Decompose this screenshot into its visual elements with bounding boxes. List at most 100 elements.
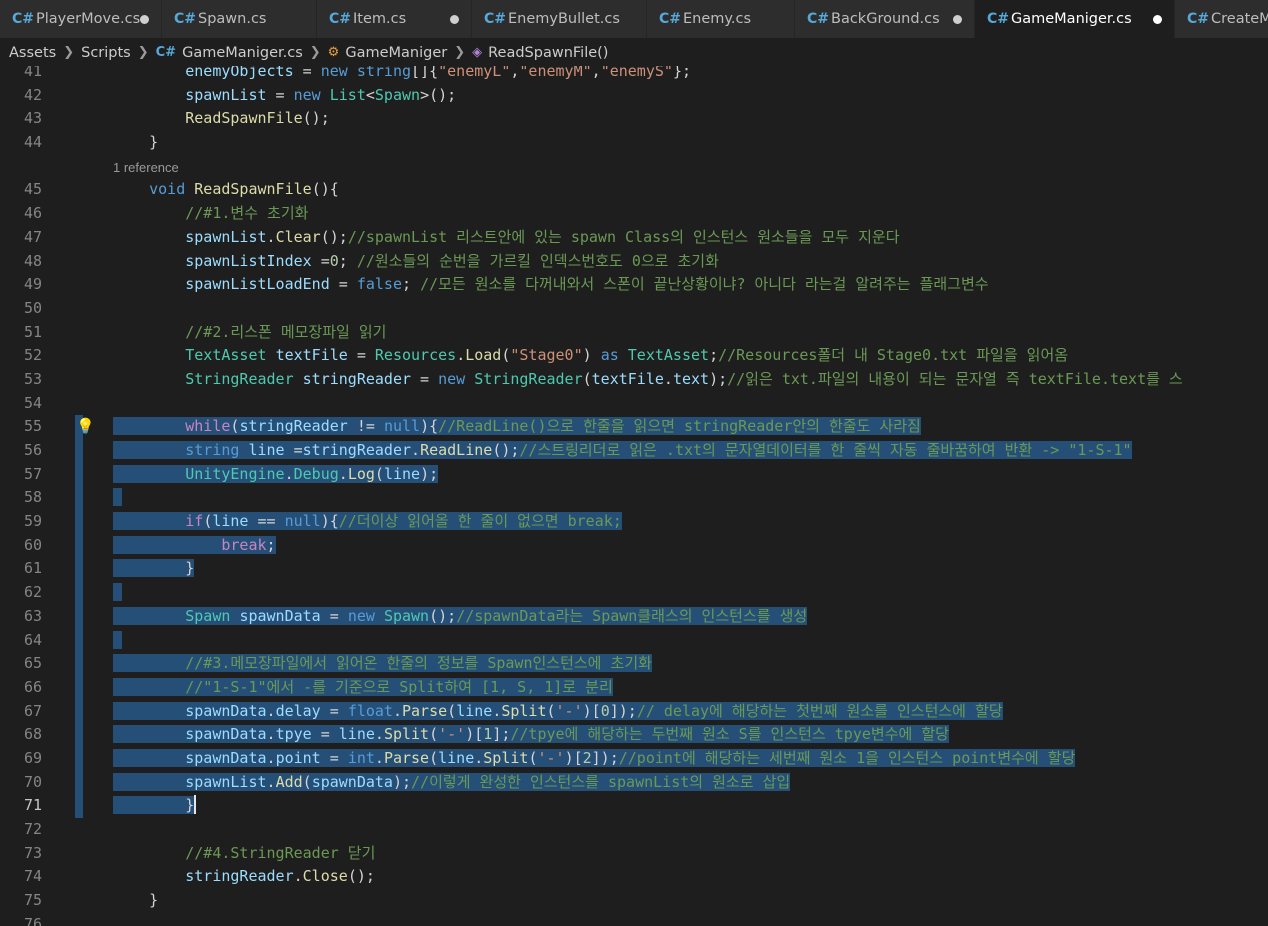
- line-number: 58: [23, 488, 42, 507]
- code-token: spawnList: [185, 227, 267, 246]
- code-line[interactable]: 72: [0, 818, 1268, 842]
- code-line[interactable]: 55 💡 while(stringReader != null){//ReadLi…: [0, 415, 1268, 439]
- code-token: 1: [483, 725, 493, 744]
- code-token: stringReader: [302, 441, 412, 459]
- code-token: Clear: [275, 227, 321, 246]
- code-line[interactable]: 57 UnityEngine.Debug.Log(line);: [0, 462, 1268, 487]
- editor-tab-bar: C# PlayerMove.cs C# Spawn.cs C# Item.cs C# Enem…: [0, 0, 1268, 39]
- code-token: Parse: [383, 748, 430, 767]
- line-content: enemyObjects = new string[]{"enemyL","en…: [113, 66, 691, 84]
- breadcrumb-class[interactable]: GameManiger: [345, 45, 447, 61]
- code-token: <: [365, 85, 375, 104]
- code-line[interactable]: 54: [0, 392, 1268, 416]
- code-line[interactable]: 75 }: [0, 889, 1268, 913]
- csharp-file-icon: C#: [155, 45, 177, 60]
- unsaved-dot-icon[interactable]: [450, 14, 459, 24]
- code-token: while: [185, 417, 231, 436]
- code-line[interactable]: 67 spawnData.delay = float.Parse(line.Sp…: [0, 699, 1268, 724]
- code-line[interactable]: 45 void ReadSpawnFile(){: [0, 178, 1268, 202]
- code-line[interactable]: 62: [0, 581, 1268, 605]
- code-token: //#2.리스폰 메모장파일 읽기: [185, 322, 387, 341]
- code-line[interactable]: 50: [0, 297, 1268, 321]
- code-line[interactable]: 48 spawnListIndex =0; //원소들의 순번을 가르킬 인덱스…: [0, 250, 1268, 274]
- csharp-file-icon: C#: [659, 11, 682, 27]
- code-line[interactable]: 46 //#1.변수 초기화: [0, 202, 1268, 226]
- code-line[interactable]: 43 ReadSpawnFile();: [0, 107, 1268, 131]
- tab-label: Enemy.cs: [683, 11, 752, 27]
- tab-spawn-cs[interactable]: C# Spawn.cs: [162, 0, 317, 38]
- unsaved-dot-icon[interactable]: [140, 14, 149, 24]
- code-line[interactable]: 51 //#2.리스폰 메모장파일 읽기: [0, 321, 1268, 345]
- line-number: 45: [23, 180, 42, 199]
- code-line[interactable]: 73 //#4.StringReader 닫기: [0, 842, 1268, 866]
- selected-text: spawnData.delay = float.Parse(line.Split…: [113, 701, 1003, 720]
- breadcrumb-file[interactable]: GameManiger.cs: [182, 45, 303, 61]
- tab-playermove-cs[interactable]: C# PlayerMove.cs: [0, 0, 162, 38]
- code-line[interactable]: 56 string line =stringReader.ReadLine();…: [0, 439, 1268, 463]
- codelens-label[interactable]: 1 reference: [113, 156, 179, 180]
- tab-gamemaniger-cs[interactable]: C# GameManiger.cs: [975, 0, 1175, 38]
- code-editor[interactable]: 41 enemyObjects = new string[]{"enemyL",…: [0, 66, 1268, 926]
- code-line[interactable]: 60 break;: [0, 533, 1268, 558]
- code-line[interactable]: 69 spawnData.point = int.Parse(line.Spli…: [0, 746, 1268, 771]
- code-line[interactable]: 68 spawnData.tpye = line.Split('-')[1];/…: [0, 723, 1268, 747]
- breadcrumb-method[interactable]: ReadSpawnFile(): [488, 45, 608, 61]
- lightbulb-icon[interactable]: 💡: [76, 415, 95, 439]
- tab-item-cs[interactable]: C# Item.cs: [317, 0, 472, 38]
- line-content: while(stringReader != null){//ReadLine()…: [113, 415, 921, 439]
- line-number: 42: [23, 85, 42, 104]
- code-line[interactable]: 42 spawnList = new List<Spawn>();: [0, 84, 1268, 108]
- code-line[interactable]: 65 //#3.메모장파일에서 읽어온 한줄의 정보를 Spawn인스턴스에 초…: [0, 652, 1268, 676]
- code-line[interactable]: 44 }: [0, 131, 1268, 155]
- unsaved-dot-icon[interactable]: [953, 14, 962, 24]
- code-line[interactable]: 49 spawnListLoadEnd = false; //모든 원소를 다꺼…: [0, 273, 1268, 297]
- selection-gutter: [75, 462, 83, 487]
- code-token: //tpye에 해당하는 두번째 원소 S를 인스턴스 tpye변수에 할당: [510, 725, 949, 744]
- tab-enemybullet-cs[interactable]: C# EnemyBullet.cs: [472, 0, 647, 38]
- code-token: ;: [402, 275, 421, 294]
- code-token: ReadSpawnFile: [185, 109, 303, 128]
- code-token: false: [356, 275, 402, 294]
- code-line[interactable]: 66 //"1-S-1"에서 -를 기준으로 Split하여 [1, S, 1]…: [0, 675, 1268, 700]
- code-token: "Stage0": [510, 346, 583, 365]
- code-token: Split: [483, 748, 529, 767]
- selected-text: //#3.메모장파일에서 읽어온 한줄의 정보를 Spawn인스턴스에 초기화: [113, 654, 652, 673]
- breadcrumb-folder-scripts[interactable]: Scripts: [81, 45, 131, 61]
- line-number: 57: [23, 464, 42, 483]
- code-line[interactable]: 47 spawnList.Clear();//spawnList 리스트안에 있…: [0, 226, 1268, 250]
- codelens-references[interactable]: 1 reference: [0, 155, 1268, 179]
- tab-background-cs[interactable]: C# BackGround.cs: [795, 0, 975, 38]
- tab-enemy-cs[interactable]: C# Enemy.cs: [647, 0, 795, 38]
- code-token: null: [383, 417, 421, 436]
- code-line[interactable]: 58: [0, 486, 1268, 511]
- code-line[interactable]: 53 StringReader stringReader = new Strin…: [0, 368, 1268, 392]
- code-line[interactable]: 61 }: [0, 557, 1268, 582]
- line-content: [113, 486, 123, 510]
- code-token: =: [284, 441, 303, 459]
- code-line[interactable]: 64: [0, 628, 1268, 653]
- code-line[interactable]: 71 }: [0, 794, 1268, 818]
- code-line[interactable]: 63 Spawn spawnData = new Spawn();//spawn…: [0, 604, 1268, 629]
- code-line[interactable]: 70 spawnList.Add(spawnData);//이렇게 완성한 인스…: [0, 770, 1268, 795]
- tab-createm[interactable]: C# CreateM: [1175, 0, 1268, 38]
- code-token: //더이상 읽어올 한 줄이 없으면 break;: [338, 512, 622, 531]
- unsaved-dot-icon[interactable]: [1153, 14, 1162, 24]
- code-line[interactable]: 52 TextAsset textFile = Resources.Load("…: [0, 344, 1268, 368]
- selected-text: [113, 488, 123, 507]
- code-line[interactable]: 76: [0, 913, 1268, 926]
- code-token: ();: [302, 109, 330, 128]
- code-line[interactable]: 74 stringReader.Close();: [0, 865, 1268, 889]
- line-number: 64: [23, 630, 42, 649]
- code-lines[interactable]: 41 enemyObjects = new string[]{"enemyL",…: [0, 66, 1268, 926]
- code-line[interactable]: 59 if(line == null){//더이상 읽어올 한 줄이 없으면 b…: [0, 510, 1268, 534]
- code-token: ;: [338, 251, 357, 270]
- line-number: 46: [23, 204, 42, 223]
- breadcrumb-folder-assets[interactable]: Assets: [9, 45, 56, 61]
- code-line[interactable]: 41 enemyObjects = new string[]{"enemyL",…: [0, 66, 1268, 84]
